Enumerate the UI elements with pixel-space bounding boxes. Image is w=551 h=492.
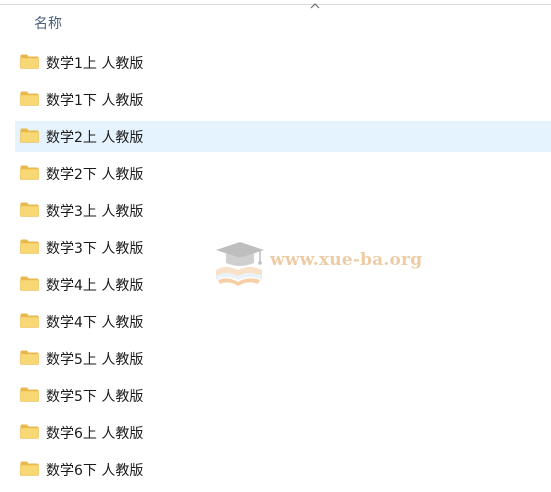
folder-icon (20, 350, 39, 365)
watermark: www.xue-ba.org (212, 236, 422, 288)
folder-row[interactable]: 数学3上 人教版 (0, 192, 551, 229)
folder-row[interactable]: 数学2上 人教版 (0, 118, 551, 155)
folder-row[interactable]: 数学4下 人教版 (0, 303, 551, 340)
folder-row[interactable]: 数学1上 人教版 (0, 44, 551, 81)
folder-icon (20, 424, 39, 439)
folder-icon (20, 239, 39, 254)
folder-icon (20, 461, 39, 476)
folder-name: 数学2下 人教版 (46, 167, 144, 183)
folder-icon (20, 54, 39, 69)
folder-icon (20, 276, 39, 291)
folder-name: 数学2上 人教版 (46, 130, 144, 146)
folder-row[interactable]: 数学5下 人教版 (0, 377, 551, 414)
folder-row[interactable]: 数学6下 人教版 (0, 451, 551, 488)
folder-name: 数学4上 人教版 (46, 278, 144, 294)
folder-row[interactable]: 数学1下 人教版 (0, 81, 551, 118)
folder-icon (20, 202, 39, 217)
folder-icon (20, 313, 39, 328)
graduation-cap-logo (216, 242, 264, 286)
folder-name: 数学1上 人教版 (46, 56, 144, 72)
folder-name: 数学5下 人教版 (46, 389, 144, 405)
folder-name: 数学6下 人教版 (46, 463, 144, 479)
folder-name: 数学3上 人教版 (46, 204, 144, 220)
folder-name: 数学1下 人教版 (46, 93, 144, 109)
name-column-header[interactable]: 名称 (34, 13, 62, 33)
folder-icon (20, 165, 39, 180)
folder-row[interactable]: 数学2下 人教版 (0, 155, 551, 192)
file-explorer-window: 名称 数学1上 人教版 数学1下 人教版 数学2上 人教版 数学2下 人教版 数学3上 … (0, 0, 551, 492)
column-header-bar (0, 0, 551, 5)
folder-row[interactable]: 数学5上 人教版 (0, 340, 551, 377)
folder-row[interactable]: 数学6上 人教版 (0, 414, 551, 451)
watermark-text: www.xue-ba.org (270, 250, 423, 270)
folder-name: 数学5上 人教版 (46, 352, 144, 368)
folder-name: 数学6上 人教版 (46, 426, 144, 442)
folder-icon (20, 91, 39, 106)
folder-name: 数学4下 人教版 (46, 315, 144, 331)
column-header-row: 名称 (0, 8, 551, 36)
folder-icon (20, 387, 39, 402)
folder-icon (20, 128, 39, 143)
folder-name: 数学3下 人教版 (46, 241, 144, 257)
